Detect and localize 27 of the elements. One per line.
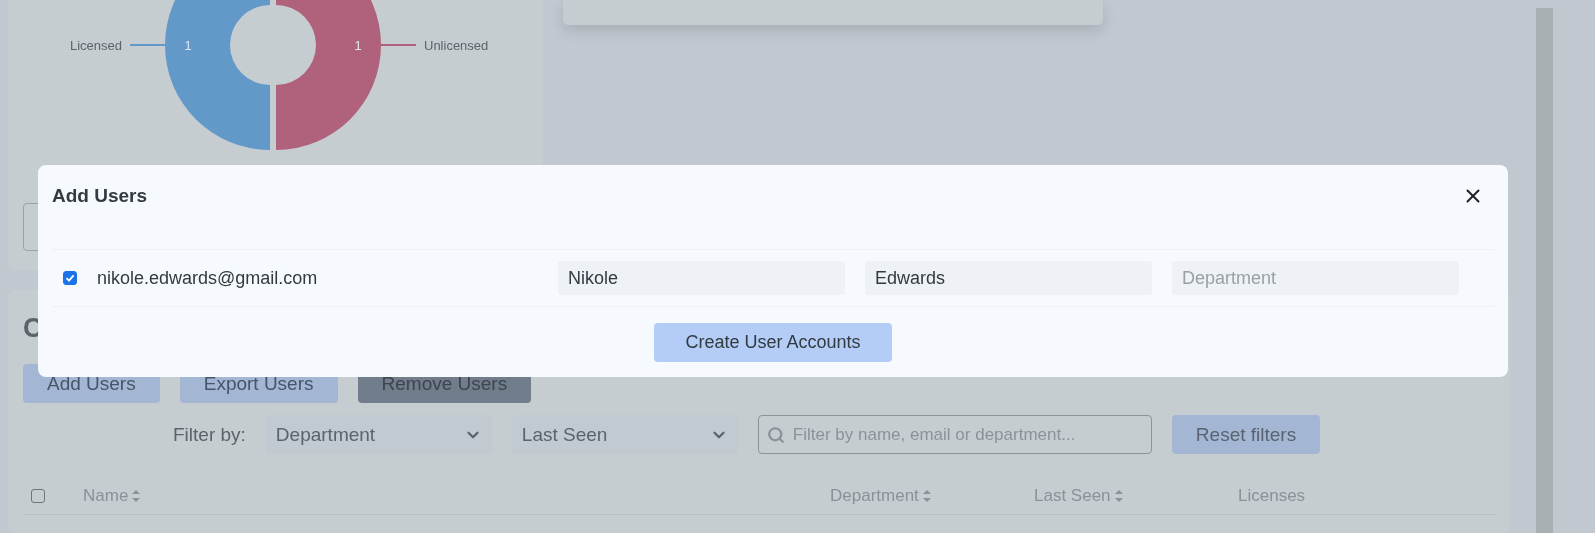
checkbox[interactable] bbox=[63, 271, 77, 285]
filter-select[interactable]: Department bbox=[265, 415, 492, 454]
legend-label: Unlicensed bbox=[424, 38, 489, 53]
dialog-title: Add Users bbox=[52, 185, 148, 207]
checkbox[interactable] bbox=[31, 489, 45, 503]
value-label: 1 bbox=[354, 38, 362, 53]
last-name-field[interactable]: Edwards bbox=[865, 261, 1152, 295]
value-label: 1 bbox=[184, 38, 192, 53]
sort-icon bbox=[922, 490, 931, 502]
email-text: nikole.edwards@gmail.com bbox=[97, 267, 318, 289]
filter-label: Filter by: bbox=[173, 423, 246, 446]
sort-icon bbox=[132, 490, 141, 502]
search-input[interactable]: Filter by name, email or department... bbox=[790, 423, 1143, 446]
reset-button[interactable]: Reset filters bbox=[1171, 415, 1321, 454]
column-header[interactable]: Last Seen bbox=[1034, 486, 1238, 506]
first-name-field[interactable]: Nikole bbox=[558, 261, 845, 295]
column-header[interactable]: Department bbox=[830, 486, 1034, 506]
sort-icon bbox=[1114, 490, 1123, 502]
search-field[interactable]: Filter by name, email or department... bbox=[757, 415, 1152, 454]
department-field[interactable]: Department bbox=[1172, 261, 1459, 295]
column-header[interactable]: Licenses bbox=[1238, 486, 1438, 506]
search-icon bbox=[766, 425, 785, 444]
column-header[interactable]: Name bbox=[83, 486, 830, 506]
create-button[interactable]: Create User Accounts bbox=[654, 323, 892, 362]
legend-label: Licensed bbox=[69, 38, 122, 53]
scrollbar-thumb[interactable] bbox=[1536, 8, 1553, 533]
filter-select[interactable]: Last Seen bbox=[511, 415, 738, 454]
